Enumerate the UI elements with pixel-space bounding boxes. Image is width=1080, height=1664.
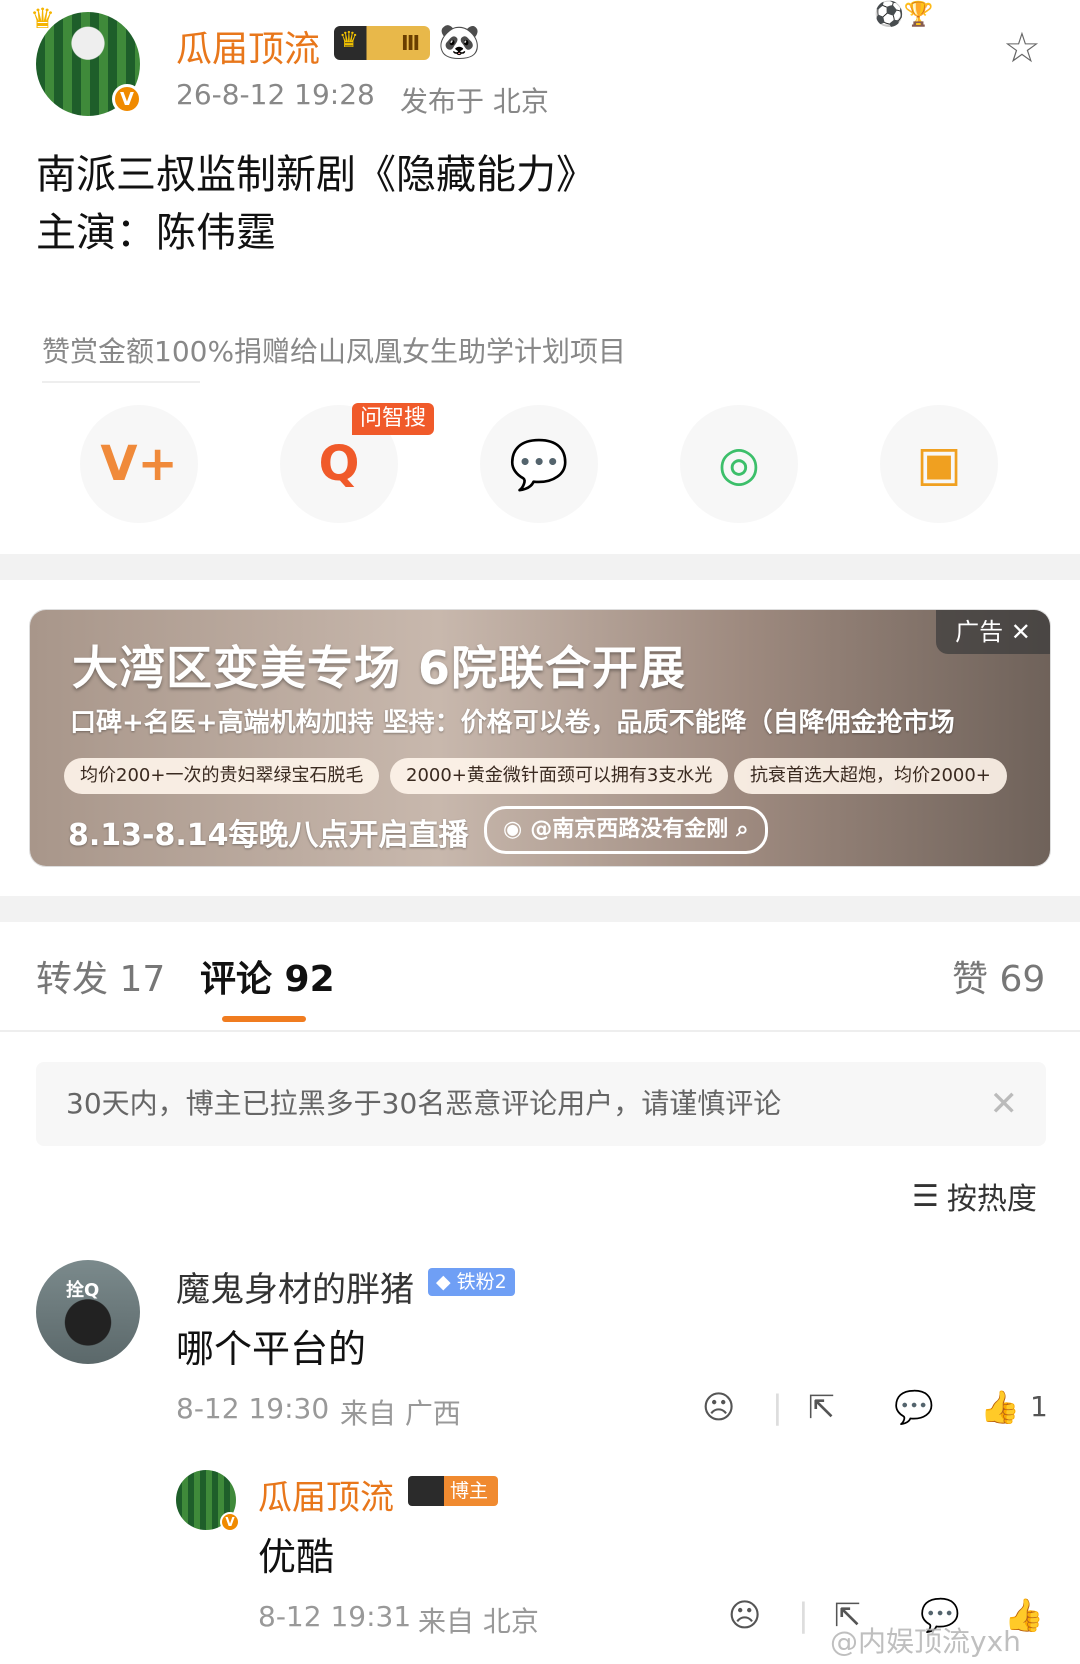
- post-location: 发布于 北京: [400, 85, 549, 118]
- sort-label: 按热度: [946, 1182, 1037, 1217]
- like-icon[interactable]: 👍: [980, 1388, 1020, 1426]
- comment-text: 哪个平台的: [176, 1327, 367, 1371]
- moments-icon: ◎: [718, 436, 760, 492]
- post-time: 26-8-12 19:28: [176, 78, 375, 111]
- ad-pill: 抗衰首选大超炮，均价2000+: [734, 758, 1007, 794]
- favorite-star-icon[interactable]: ☆: [1000, 26, 1044, 70]
- divider: |: [772, 1388, 783, 1426]
- v-plus-icon: V+: [100, 436, 178, 492]
- vip-badge[interactable]: ♛ Ⅲ: [334, 26, 430, 60]
- post-content: 南派三叔监制新剧《隐藏能力》 主演：陈伟霆: [36, 146, 596, 262]
- notice-text: 30天内，博主已拉黑多于30名恶意评论用户，请谨慎评论: [66, 1087, 782, 1120]
- reply-icon[interactable]: 💬: [894, 1388, 934, 1426]
- ad-close-tag[interactable]: 广告 ✕: [936, 610, 1050, 654]
- section-gap: [0, 554, 1080, 580]
- reply-time: 8-12 19:31: [258, 1600, 412, 1633]
- wechat-icon: 💬: [509, 436, 569, 493]
- reply-location: 来自 北京: [418, 1605, 539, 1638]
- comment-notice: 30天内，博主已拉黑多于30名恶意评论用户，请谨慎评论 ✕: [36, 1062, 1046, 1146]
- comment-location: 来自 广西: [340, 1397, 461, 1430]
- comment-time: 8-12 19:30: [176, 1392, 330, 1425]
- reply-text: 优酷: [258, 1535, 335, 1579]
- sort-icon: ☰: [912, 1178, 939, 1214]
- new-feature-tag: 问智搜: [352, 403, 435, 435]
- trophy-sticker-icon: ⚽🏆: [874, 0, 934, 28]
- post-line: 主演：陈伟霆: [36, 210, 276, 256]
- reward-note[interactable]: 赞赏金额100%捐赠给山凤凰女生助学计划项目: [42, 330, 626, 370]
- watermark: @内娱顶流yxh: [830, 1625, 1021, 1658]
- close-icon[interactable]: ✕: [990, 1062, 1019, 1146]
- ad-handle-text: @南京西路没有金刚: [530, 817, 729, 842]
- fan-badge: ◆ 铁粉2: [428, 1268, 515, 1296]
- ai-search-icon: Q: [318, 436, 360, 492]
- divider: [42, 381, 200, 383]
- author-name[interactable]: 瓜届顶流: [176, 20, 320, 72]
- moments-share-button[interactable]: ◎: [680, 405, 798, 523]
- author-badge: 博主: [408, 1476, 498, 1506]
- vip-level: Ⅲ: [401, 31, 420, 55]
- verified-icon: V: [220, 1512, 240, 1532]
- wechat-share-button[interactable]: 💬: [480, 405, 598, 523]
- sort-button[interactable]: ☰ 按热度: [912, 1174, 1037, 1218]
- dislike-icon[interactable]: ☹: [728, 1596, 761, 1634]
- divider: |: [798, 1596, 809, 1634]
- ad-live-text: 8.13-8.14每晚八点开启直播: [68, 818, 469, 853]
- search-icon: ⌕: [736, 817, 749, 842]
- tab-underline: [222, 1016, 306, 1022]
- author-avatar[interactable]: ♛ V: [30, 2, 142, 116]
- like-count: 1: [1030, 1390, 1048, 1423]
- tab-comment[interactable]: 评论 92: [200, 950, 335, 1002]
- avatar-tag: 拴Q: [66, 1280, 100, 1301]
- ad-banner[interactable]: 大湾区变美专场 6院联合开展 口碑+名医+高端机构加持 坚持：价格可以卷，品质不…: [30, 610, 1050, 866]
- save-image-button[interactable]: ▣: [880, 405, 998, 523]
- tab-repost[interactable]: 转发 17: [36, 950, 165, 1002]
- save-image-icon: ▣: [916, 436, 962, 492]
- ad-title: 大湾区变美专场 6院联合开展: [72, 641, 687, 695]
- commenter-avatar[interactable]: 拴Q: [36, 1260, 140, 1364]
- ad-pill: 均价200+一次的贵妇翠绿宝石脱毛: [64, 758, 380, 794]
- post-line: 南派三叔监制新剧《隐藏能力》: [36, 152, 596, 198]
- commenter-name[interactable]: 魔鬼身材的胖猪: [176, 1262, 414, 1311]
- tab-like[interactable]: 赞 69: [952, 950, 1045, 1002]
- weibo-logo-icon: ◉: [503, 817, 523, 842]
- reply-avatar[interactable]: V: [176, 1470, 240, 1532]
- crown-icon: ♛: [339, 28, 359, 53]
- dislike-icon[interactable]: ☹: [702, 1388, 735, 1426]
- ad-handle-link[interactable]: ◉ @南京西路没有金刚 ⌕: [484, 806, 768, 854]
- reply-author-name[interactable]: 瓜届顶流: [258, 1470, 394, 1519]
- share-icon[interactable]: ⇱: [808, 1388, 835, 1426]
- v-plus-button[interactable]: V+: [80, 405, 198, 523]
- ad-pill: 2000+黄金微针面颈可以拥有3支水光: [390, 758, 729, 794]
- panda-badge-icon[interactable]: 🐼: [438, 22, 480, 62]
- crown-icon: ♛: [30, 2, 56, 35]
- verified-icon: V: [112, 84, 142, 114]
- section-gap: [0, 896, 1080, 922]
- ad-subtitle: 口碑+名医+高端机构加持 坚持：价格可以卷，品质不能降（自降佣金抢市场: [70, 708, 955, 738]
- divider: [0, 1030, 1080, 1032]
